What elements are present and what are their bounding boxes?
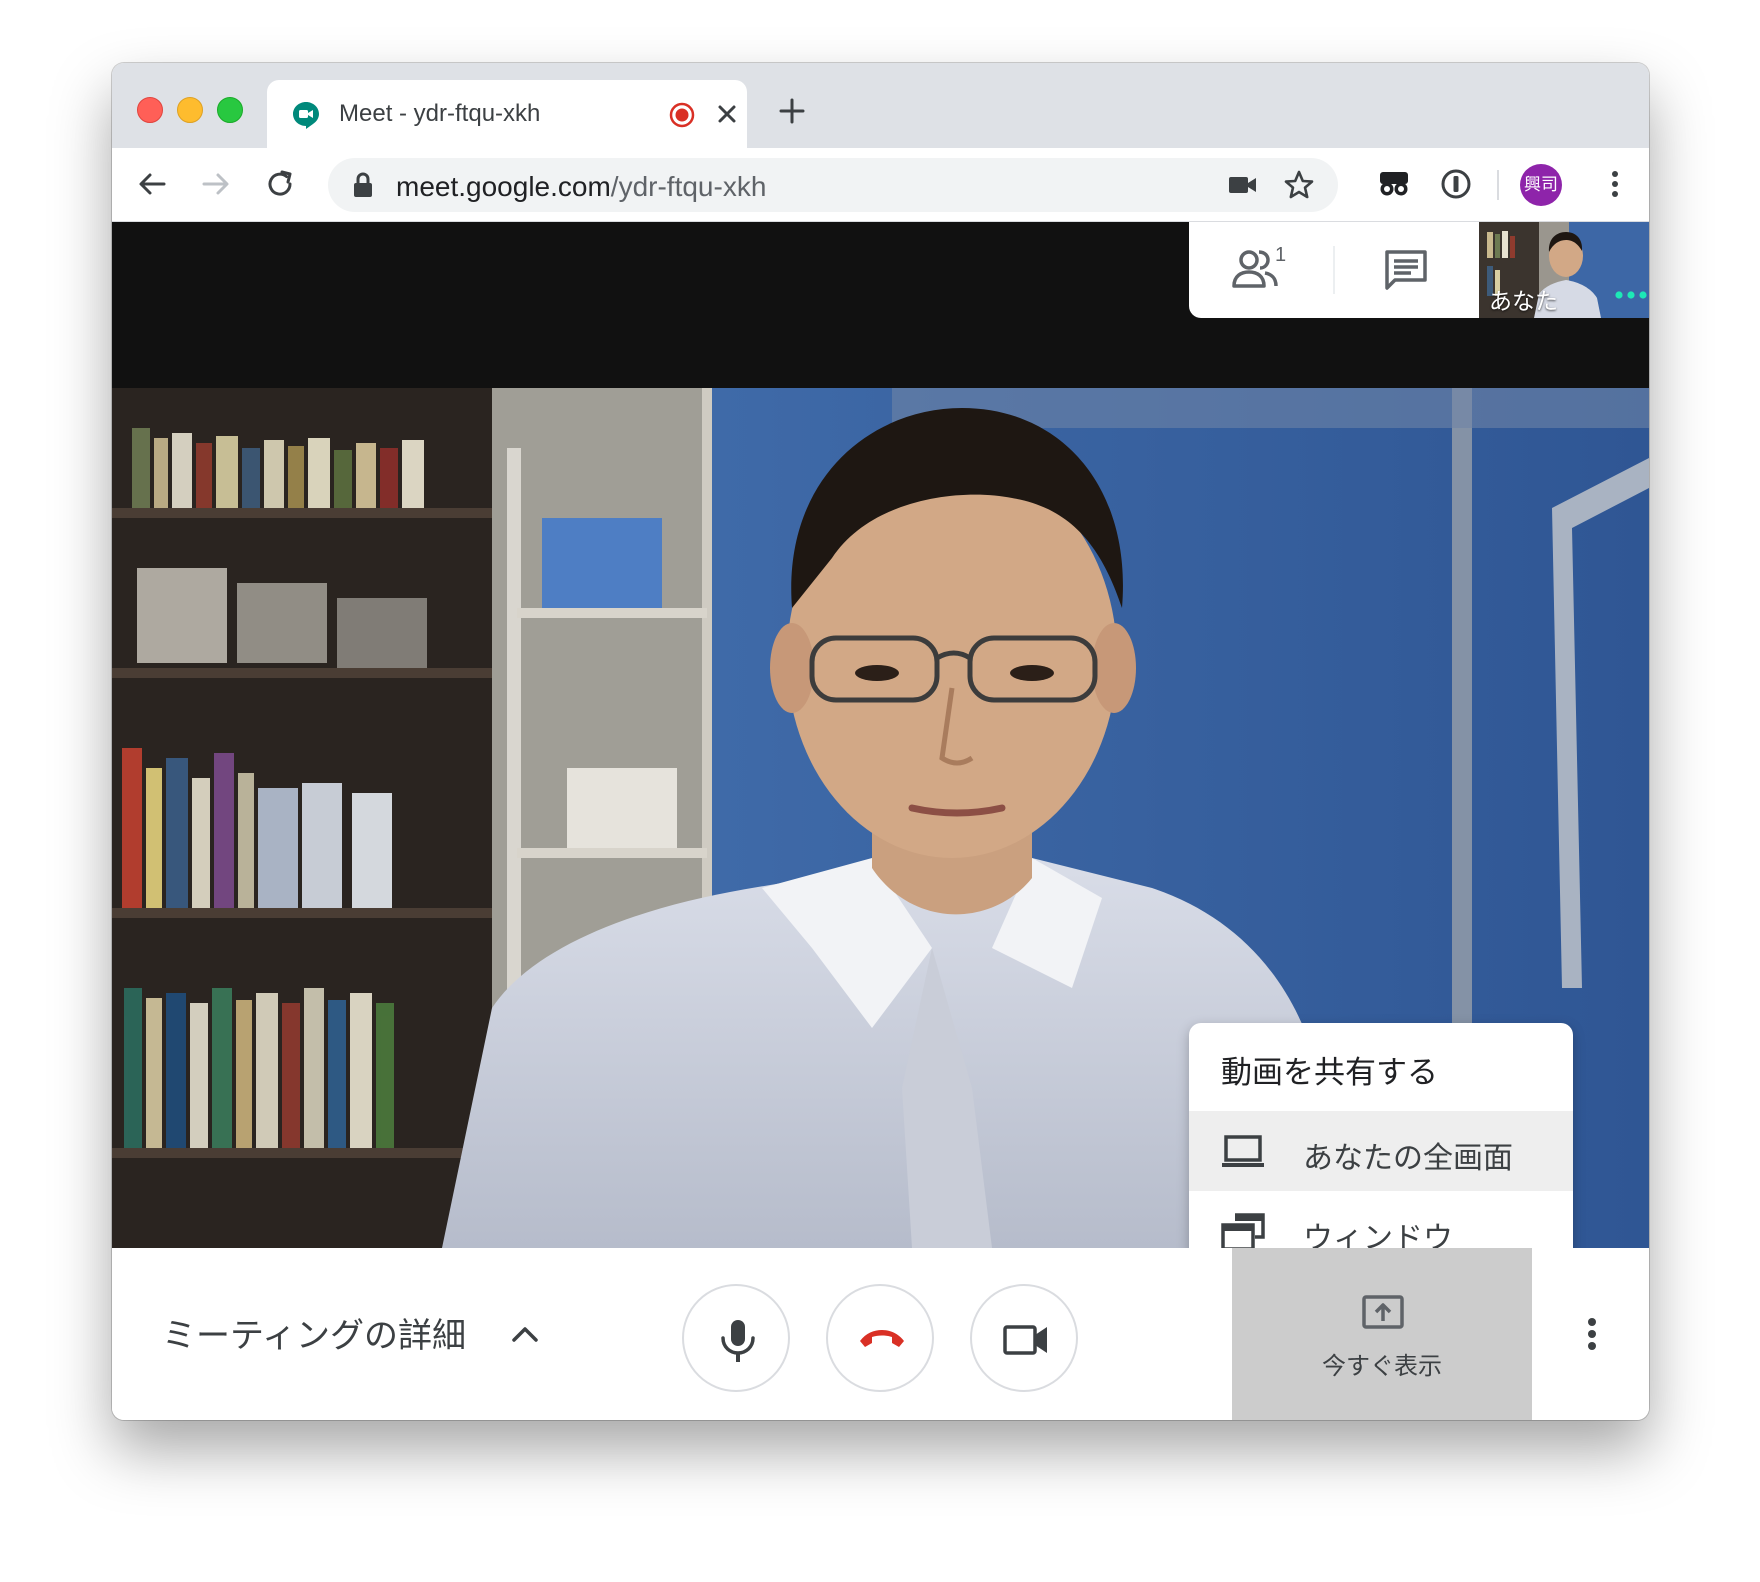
camera-toggle-button[interactable] [970, 1284, 1078, 1392]
people-count-badge: 1 [1275, 244, 1287, 266]
laptop-icon [1222, 1135, 1264, 1167]
more-horizontal-icon[interactable] [1614, 290, 1648, 300]
self-view-label: あなた [1489, 288, 1558, 314]
more-options-icon[interactable] [1574, 1314, 1610, 1354]
meet-favicon-icon [293, 102, 319, 129]
share-entire-screen-item[interactable]: あなたの全画面 [1189, 1111, 1573, 1191]
close-icon[interactable] [711, 98, 743, 130]
people-button[interactable]: 1 [1189, 222, 1333, 318]
zoom-window-button[interactable] [217, 97, 243, 123]
star-icon[interactable] [1282, 168, 1316, 202]
hang-up-icon [860, 1330, 904, 1347]
present-now-button[interactable]: 今すぐ表示 [1232, 1248, 1532, 1420]
people-chat-panel: 1 [1189, 222, 1479, 318]
browser-toolbar: meet.google.com/ydr-ftqu-xkh 興司 [112, 148, 1649, 222]
share-entire-screen-label: あなたの全画面 [1303, 1142, 1513, 1175]
chat-icon [1385, 250, 1427, 290]
microphone-button[interactable] [682, 1284, 790, 1392]
video-camera-icon [1003, 1325, 1047, 1355]
self-view-thumbnail[interactable]: あなた [1479, 222, 1649, 318]
share-menu-title: 動画を共有する [1221, 1055, 1438, 1090]
browser-window: Meet - ydr-ftqu-xkh meet.google.com/ydr-… [112, 63, 1649, 1420]
close-window-button[interactable] [137, 97, 163, 123]
url-path: /ydr-ftqu-xkh [610, 171, 767, 202]
profile-avatar[interactable]: 興司 [1520, 164, 1562, 206]
url-text: meet.google.com/ydr-ftqu-xkh [396, 171, 766, 203]
present-screen-icon [1362, 1295, 1404, 1329]
microphone-icon [721, 1320, 755, 1362]
browser-menu-icon[interactable] [1597, 166, 1633, 202]
extension-info-icon[interactable] [1438, 166, 1474, 202]
minimize-window-button[interactable] [177, 97, 203, 123]
forward-button[interactable] [198, 166, 234, 202]
chat-button[interactable] [1335, 222, 1479, 318]
meet-control-bar: ミーティングの詳細 今すぐ表示 [112, 1248, 1649, 1420]
new-tab-button[interactable] [776, 95, 808, 127]
lock-icon[interactable] [352, 172, 374, 198]
recording-dot-icon [669, 102, 695, 128]
present-now-label: 今すぐ表示 [1322, 1353, 1442, 1380]
toolbar-divider [1497, 170, 1499, 200]
back-button[interactable] [134, 166, 170, 202]
camera-icon[interactable] [1228, 172, 1258, 198]
hang-up-button[interactable] [826, 1284, 934, 1392]
tab-strip: Meet - ydr-ftqu-xkh [112, 63, 1649, 148]
reload-button[interactable] [262, 166, 298, 202]
tab-meet[interactable]: Meet - ydr-ftqu-xkh [267, 80, 747, 148]
chevron-up-icon[interactable] [507, 1316, 543, 1352]
url-host: meet.google.com [396, 171, 611, 202]
tab-title: Meet - ydr-ftqu-xkh [339, 100, 541, 127]
address-bar[interactable]: meet.google.com/ydr-ftqu-xkh [328, 158, 1338, 212]
windows-icon [1221, 1213, 1265, 1251]
meeting-details-button[interactable]: ミーティングの詳細 [162, 1308, 466, 1357]
extension-glasses-icon[interactable] [1376, 166, 1412, 202]
